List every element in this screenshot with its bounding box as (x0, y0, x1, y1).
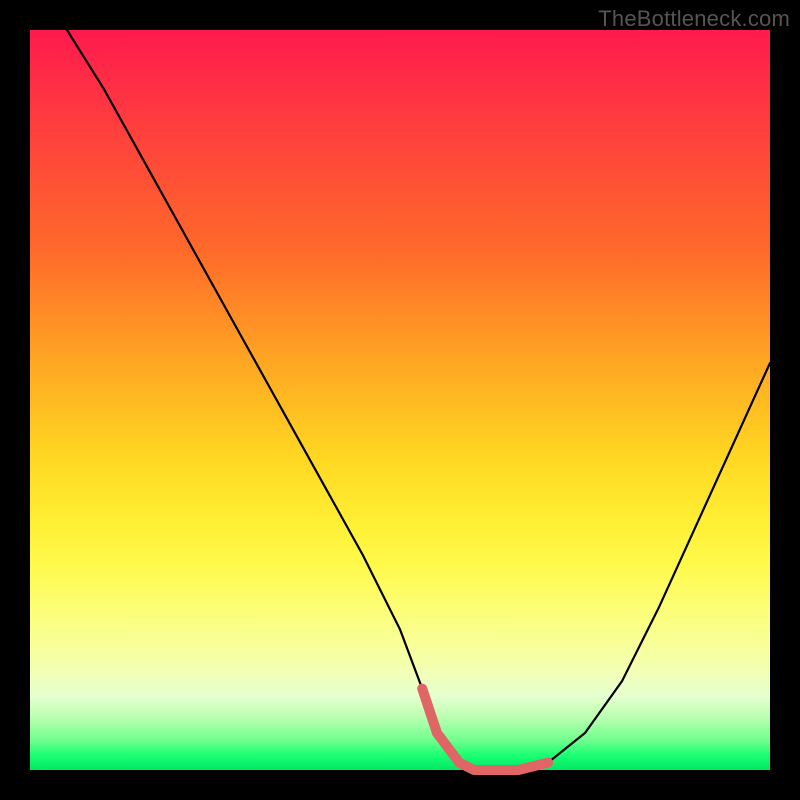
chart-svg (30, 30, 770, 770)
chart-frame: TheBottleneck.com (0, 0, 800, 800)
watermark-text: TheBottleneck.com (598, 6, 790, 32)
plot-area (30, 30, 770, 770)
bottleneck-curve (67, 30, 770, 770)
optimal-range-highlight (422, 689, 548, 770)
